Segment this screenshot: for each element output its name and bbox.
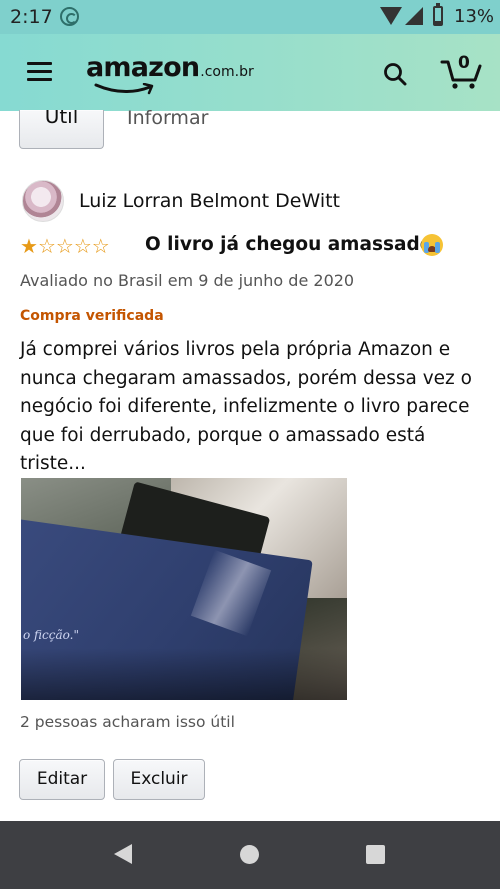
recents-icon[interactable] — [366, 845, 385, 864]
reviewer-name[interactable]: Luiz Lorran Belmont DeWitt — [79, 190, 340, 212]
review-date: Avaliado no Brasil em 9 de junho de 2020 — [20, 271, 355, 290]
delete-button[interactable]: Excluir — [113, 759, 205, 800]
star-empty-icon: ☆ — [55, 234, 74, 258]
wifi-icon — [380, 7, 402, 25]
amazon-logo[interactable]: amazon.com.br — [86, 52, 254, 95]
edit-button[interactable]: Editar — [19, 759, 105, 800]
cart-count-badge: 0 — [458, 53, 470, 73]
search-icon[interactable] — [383, 62, 407, 86]
helpful-count: 2 pessoas acharam isso útil — [20, 713, 235, 731]
android-navigation-bar — [0, 821, 500, 889]
hamburger-menu-icon[interactable] — [27, 62, 52, 82]
status-bar: 2:17 13% — [0, 0, 500, 34]
review-body: Já comprei vários livros pela própria Am… — [20, 339, 472, 474]
logo-domain: .com.br — [200, 64, 254, 80]
star-filled-icon: ★ — [20, 234, 38, 258]
home-icon[interactable] — [240, 845, 259, 864]
report-link[interactable]: Informar — [127, 107, 208, 129]
helpful-button[interactable]: Útil — [19, 110, 104, 149]
star-empty-icon: ☆ — [37, 234, 56, 258]
reviewer-avatar[interactable] — [22, 180, 64, 222]
app-header: amazon.com.br 0 — [0, 34, 500, 111]
logo-text: amazon — [86, 52, 200, 83]
star-empty-icon: ☆ — [91, 234, 110, 258]
logo-smile-icon — [94, 83, 154, 95]
battery-icon — [433, 3, 443, 26]
back-icon[interactable] — [114, 844, 132, 864]
battery-percent: 13% — [454, 6, 495, 27]
photo-book-text: o ficção." — [23, 628, 79, 642]
cell-signal-icon — [405, 7, 423, 25]
crying-face-icon — [421, 234, 443, 256]
star-rating: ★☆☆☆☆ — [20, 236, 110, 256]
status-time: 2:17 — [10, 6, 53, 28]
verified-purchase-badge: Compra verificada — [20, 308, 164, 324]
review-photo[interactable]: o ficção." — [21, 478, 347, 700]
helpful-button-label: Útil — [44, 110, 79, 128]
star-empty-icon: ☆ — [73, 234, 92, 258]
review-title[interactable]: O livro já chegou amassado — [145, 234, 432, 255]
notification-app-icon — [60, 7, 79, 26]
